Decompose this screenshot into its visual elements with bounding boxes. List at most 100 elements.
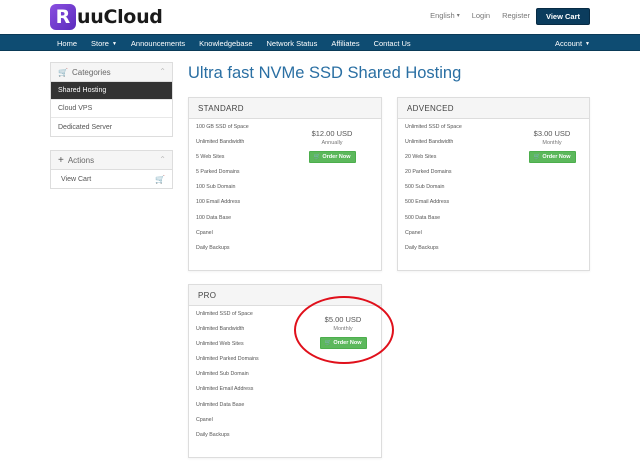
feature-item: Unlimited SSD of Space — [196, 311, 253, 317]
categories-header[interactable]: 🛒 Categories ⌃ — [51, 63, 172, 82]
feature-list: 100 GB SSD of Space Unlimited Bandwidth … — [196, 123, 249, 259]
feature-item: Daily Backups — [405, 244, 439, 251]
feature-item: 20 Parked Domains — [405, 169, 452, 176]
nav-announcements[interactable]: Announcements — [124, 35, 192, 52]
cart-icon: 🛒 — [324, 340, 332, 346]
feature-item: Cpanel — [405, 229, 422, 236]
plan-name: PRO — [189, 285, 381, 306]
plan-card-standard: STANDARD 100 GB SSD of Space Unlimited B… — [188, 97, 382, 271]
main-nav: Home Store ▼ Announcements Knowledgebase … — [0, 34, 640, 51]
cart-icon: 🛒 — [155, 174, 165, 184]
order-now-label: Order Now — [333, 340, 362, 346]
nav-store-label: Store — [91, 39, 109, 48]
categories-title: Categories — [71, 67, 111, 77]
feature-item: Daily Backups — [196, 431, 230, 438]
actions-title: Actions — [67, 155, 95, 165]
nav-knowledgebase-label: Knowledgebase — [199, 39, 253, 48]
view-cart-label: View Cart — [61, 175, 92, 183]
feature-item: Unlimited Bandwidth — [196, 139, 245, 146]
feature-item: 5 Parked Domains — [196, 169, 240, 176]
order-now-button[interactable]: 🛒 Order Now — [528, 151, 576, 163]
plan-name: STANDARD — [189, 98, 381, 119]
register-link[interactable]: Register — [502, 11, 530, 20]
feature-item: Cpanel — [196, 229, 213, 236]
feature-item: Unlimited Web Sites — [196, 341, 244, 348]
feature-item: Unlimited Sub Domain — [196, 371, 249, 378]
plan-name: ADVENCED — [398, 98, 589, 119]
cart-icon: 🛒 — [58, 67, 68, 77]
plan-price: $3.00 USD — [533, 129, 571, 138]
billing-cycle: Monthly — [333, 326, 353, 332]
nav-account-label: Account — [554, 39, 583, 48]
cart-icon: 🛒 — [313, 154, 321, 160]
sidebar-item-view-cart[interactable]: View Cart 🛒 — [51, 170, 172, 188]
plan-price: $5.00 USD — [324, 315, 362, 324]
order-now-label: Order Now — [322, 154, 351, 160]
order-now-label: Order Now — [542, 154, 571, 160]
billing-cycle: Monthly — [542, 140, 562, 146]
top-links: English ▾ Login Register — [430, 11, 530, 20]
plus-icon: + — [58, 154, 64, 166]
feature-item: Cpanel — [196, 416, 213, 423]
sidebar-item-dedicated-server[interactable]: Dedicated Server — [51, 118, 172, 136]
feature-item: 500 Email Address — [405, 199, 450, 206]
plan-card-advenced: ADVENCED Unlimited SSD of Space Unlimite… — [397, 97, 590, 271]
feature-item: Unlimited Bandwidth — [405, 139, 454, 146]
order-now-button[interactable]: 🛒 Order Now — [319, 337, 367, 349]
feature-item: Unlimited Parked Domains — [196, 356, 259, 363]
chevron-up-icon: ⌃ — [159, 67, 166, 76]
nav-affiliates[interactable]: Affiliates — [324, 35, 366, 52]
cart-icon: 🛒 — [533, 154, 541, 160]
nav-contact-us[interactable]: Contact Us — [367, 35, 418, 52]
logo[interactable]: R uuCloud — [50, 3, 163, 31]
feature-item: Daily Backups — [196, 244, 230, 251]
nav-store[interactable]: Store ▼ — [84, 35, 124, 52]
chevron-down-icon: ▼ — [111, 40, 117, 47]
price-box: $12.00 USD Annually 🛒 Order Now — [292, 129, 372, 163]
nav-affiliates-label: Affiliates — [331, 39, 360, 48]
logo-mark: R — [50, 4, 76, 30]
actions-panel: + Actions ⌃ View Cart 🛒 — [50, 150, 173, 189]
language-label: English — [430, 11, 455, 20]
price-box: $3.00 USD Monthly 🛒 Order Now — [512, 129, 592, 163]
feature-item: 100 Data Base — [196, 214, 232, 221]
view-cart-button[interactable]: View Cart — [535, 8, 590, 25]
nav-contact-us-label: Contact Us — [373, 39, 411, 48]
price-box: $5.00 USD Monthly 🛒 Order Now — [303, 315, 383, 349]
feature-item: 500 Data Base — [405, 214, 441, 221]
nav-network-status[interactable]: Network Status — [260, 35, 325, 52]
logo-text: uuCloud — [77, 6, 163, 28]
plan-card-pro: PRO Unlimited SSD of Space Unlimited Ban… — [188, 284, 382, 458]
nav-network-status-label: Network Status — [266, 39, 318, 48]
feature-item: 500 Sub Domain — [405, 184, 445, 191]
sidebar-item-cloud-vps[interactable]: Cloud VPS — [51, 100, 172, 118]
chevron-up-icon: ⌃ — [159, 155, 166, 164]
nav-knowledgebase[interactable]: Knowledgebase — [192, 35, 259, 52]
feature-list: Unlimited SSD of Space Unlimited Bandwid… — [196, 310, 259, 446]
feature-item: Unlimited SSD of Space — [405, 124, 462, 130]
order-now-button[interactable]: 🛒 Order Now — [308, 151, 356, 163]
feature-item: 5 Web Sites — [196, 154, 225, 161]
feature-item: 100 Email Address — [196, 199, 241, 206]
plan-price: $12.00 USD — [311, 129, 353, 138]
nav-account[interactable]: Account ▼ — [555, 35, 590, 52]
billing-cycle: Annually — [321, 140, 343, 146]
nav-announcements-label: Announcements — [130, 39, 186, 48]
chevron-down-icon: ▼ — [585, 40, 590, 47]
login-link[interactable]: Login — [472, 11, 490, 20]
sidebar-item-shared-hosting[interactable]: Shared Hosting — [51, 82, 172, 100]
feature-item: 100 GB SSD of Space — [196, 124, 249, 130]
feature-item: 20 Web Sites — [405, 154, 437, 161]
language-selector[interactable]: English ▾ — [430, 11, 460, 20]
feature-item: 100 Sub Domain — [196, 184, 236, 191]
categories-panel: 🛒 Categories ⌃ Shared Hosting Cloud VPS … — [50, 62, 173, 137]
nav-home-label: Home — [57, 39, 78, 48]
feature-item: Unlimited Bandwidth — [196, 326, 245, 333]
feature-list: Unlimited SSD of Space Unlimited Bandwid… — [405, 123, 462, 259]
nav-home[interactable]: Home — [50, 35, 84, 52]
chevron-down-icon: ▾ — [456, 13, 460, 19]
feature-item: Unlimited Data Base — [196, 401, 245, 408]
actions-header[interactable]: + Actions ⌃ — [51, 151, 172, 170]
feature-item: Unlimited Email Address — [196, 386, 254, 393]
site-header: R uuCloud English ▾ Login Register View … — [0, 0, 640, 34]
